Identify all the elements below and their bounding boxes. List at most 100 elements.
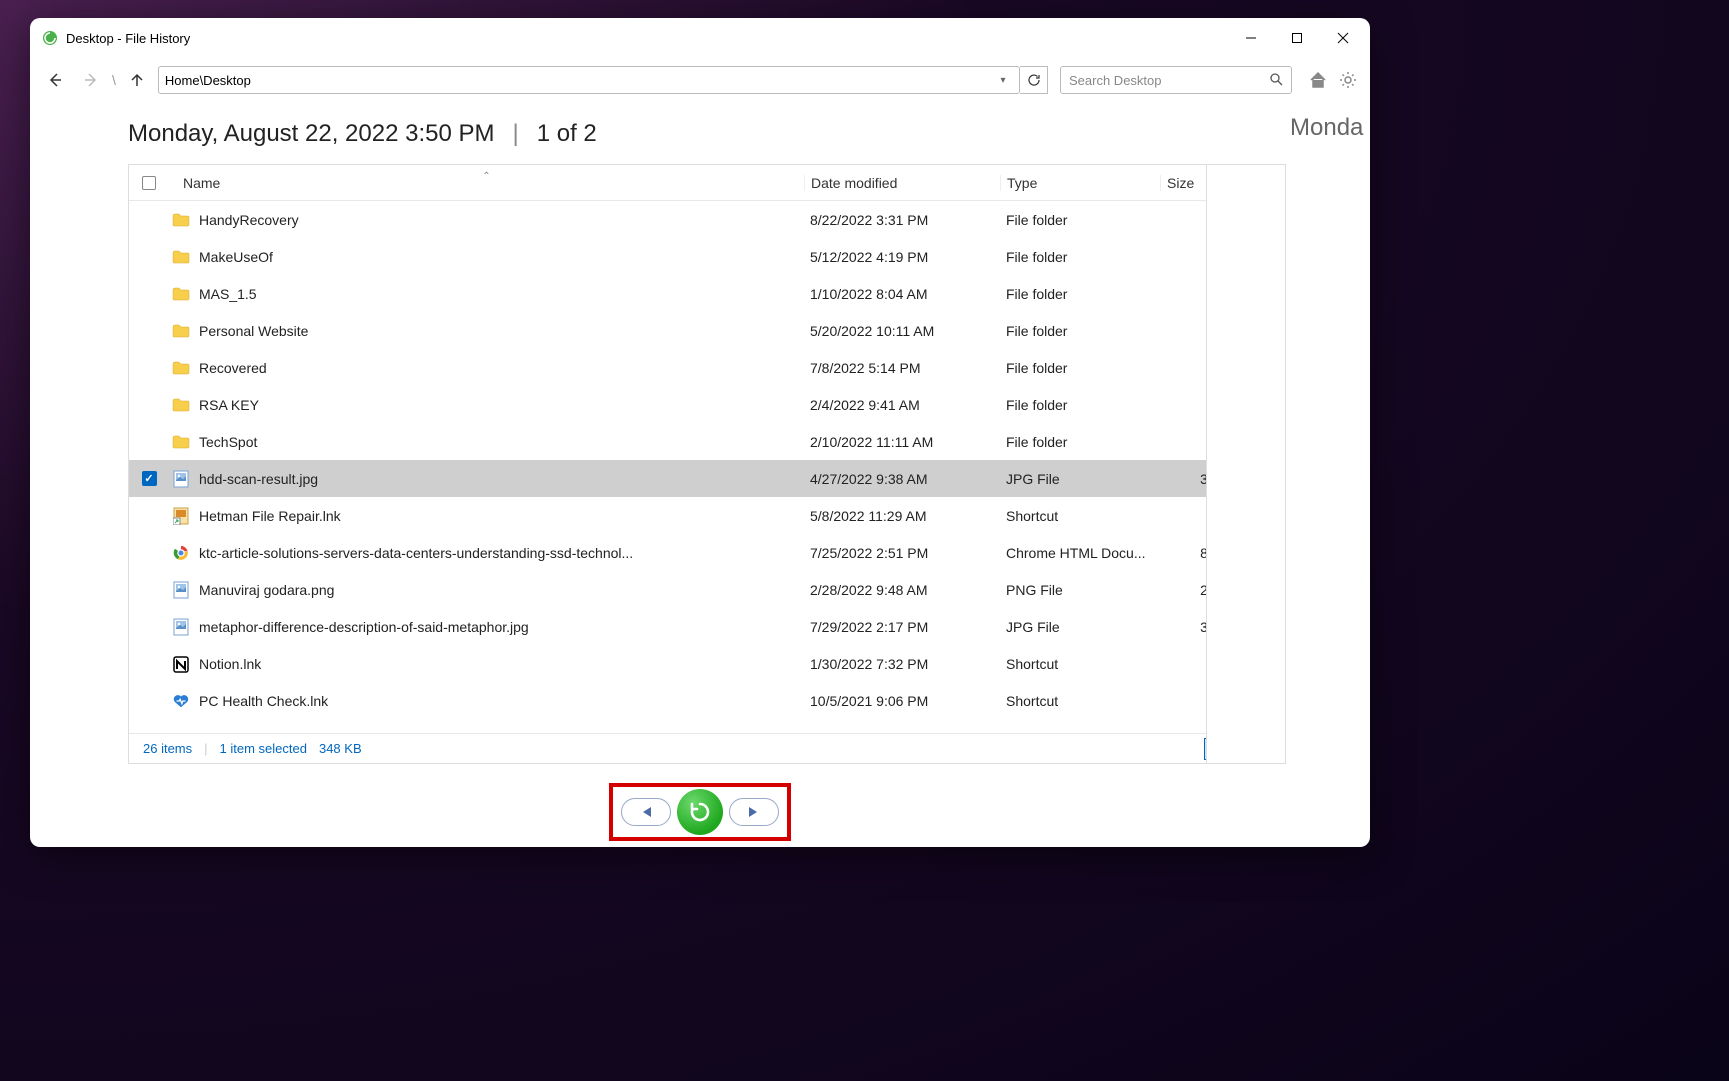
minimize-button[interactable]	[1228, 22, 1274, 54]
selection-size: 348 KB	[319, 741, 362, 756]
file-modified: 10/5/2021 9:06 PM	[804, 693, 1000, 709]
selection-count: 1 item selected	[220, 741, 307, 756]
file-table: ⌃ Name Date modified Type Size HandyReco…	[128, 164, 1271, 764]
image-icon	[169, 470, 193, 488]
back-button[interactable]	[40, 65, 70, 95]
file-name: Hetman File Repair.lnk	[193, 508, 804, 524]
file-name: Personal Website	[193, 323, 804, 339]
file-name: Recovered	[193, 360, 804, 376]
select-all-checkbox[interactable]	[142, 176, 156, 190]
table-row[interactable]: ktc-article-solutions-servers-data-cente…	[129, 534, 1270, 571]
table-row[interactable]: Manuviraj godara.png2/28/2022 9:48 AMPNG…	[129, 571, 1270, 608]
file-name: RSA KEY	[193, 397, 804, 413]
header-divider: |	[512, 120, 518, 148]
search-input[interactable]: Search Desktop	[1060, 66, 1292, 94]
file-rows: HandyRecovery8/22/2022 3:31 PM File folde…	[129, 201, 1270, 733]
file-type: File folder	[1000, 397, 1160, 413]
file-modified: 7/25/2022 2:51 PM	[804, 545, 1000, 561]
file-modified: 5/8/2022 11:29 AM	[804, 508, 1000, 524]
next-snapshot-panel[interactable]	[1206, 164, 1286, 764]
chrome-icon	[169, 544, 193, 562]
file-modified: 2/4/2022 9:41 AM	[804, 397, 1000, 413]
pchealth-icon	[169, 692, 193, 710]
file-type: File folder	[1000, 434, 1160, 450]
file-name: Manuviraj godara.png	[193, 582, 804, 598]
folder-icon	[169, 398, 193, 412]
up-button[interactable]	[122, 65, 152, 95]
window-title: Desktop - File History	[66, 31, 1228, 46]
close-button[interactable]	[1320, 22, 1366, 54]
table-row[interactable]: MakeUseOf5/12/2022 4:19 PMFile folder	[129, 238, 1270, 275]
row-checkbox[interactable]	[142, 471, 157, 486]
home-icon[interactable]	[1306, 68, 1330, 92]
file-modified: 5/12/2022 4:19 PM	[804, 249, 1000, 265]
folder-icon	[169, 324, 193, 338]
toolbar: \ Home\Desktop ▾ Search Desktop	[30, 58, 1370, 102]
snapshot-page: 1 of 2	[537, 120, 597, 148]
titlebar: Desktop - File History	[30, 18, 1370, 58]
shortcut-app-icon	[169, 507, 193, 525]
table-row[interactable]: TechSpot2/10/2022 11:11 AMFile folder	[129, 423, 1270, 460]
file-name: PC Health Check.lnk	[193, 693, 804, 709]
gear-icon[interactable]	[1336, 68, 1360, 92]
file-type: File folder	[1000, 323, 1160, 339]
maximize-button[interactable]	[1274, 22, 1320, 54]
previous-version-button[interactable]	[621, 798, 671, 826]
column-name[interactable]: ⌃ Name	[169, 175, 804, 191]
file-type: JPG File	[1000, 471, 1160, 487]
file-modified: 2/28/2022 9:48 AM	[804, 582, 1000, 598]
table-row[interactable]: Recovered7/8/2022 5:14 PMFile folder	[129, 349, 1270, 386]
file-modified: 8/22/2022 3:31 PM	[804, 212, 1000, 228]
search-icon	[1269, 72, 1283, 89]
notion-icon	[169, 655, 193, 673]
table-row[interactable]: Notion.lnk1/30/2022 7:32 PMShortcut3 KB	[129, 645, 1270, 682]
image-icon	[169, 618, 193, 636]
column-type[interactable]: Type	[1000, 175, 1160, 191]
file-modified: 7/29/2022 2:17 PM	[804, 619, 1000, 635]
sort-indicator-icon: ⌃	[482, 171, 490, 182]
file-name: ktc-article-solutions-servers-data-cente…	[193, 545, 804, 561]
restore-button[interactable]	[677, 789, 723, 835]
file-type: Shortcut	[1000, 693, 1160, 709]
next-version-button[interactable]	[729, 798, 779, 826]
search-placeholder: Search Desktop	[1069, 73, 1269, 88]
file-modified: 7/8/2022 5:14 PM	[804, 360, 1000, 376]
file-type: Shortcut	[1000, 508, 1160, 524]
table-row[interactable]: HandyRecovery8/22/2022 3:31 PMFile folde…	[129, 201, 1270, 238]
chevron-down-icon[interactable]: ▾	[993, 75, 1013, 86]
next-snapshot-peek: Monda	[1290, 114, 1370, 142]
file-type: File folder	[1000, 360, 1160, 376]
table-row[interactable]: Personal Website5/20/2022 10:11 AMFile f…	[129, 312, 1270, 349]
file-name: HandyRecovery	[193, 212, 804, 228]
refresh-button[interactable]	[1020, 66, 1048, 94]
file-name: metaphor-difference-description-of-said-…	[193, 619, 804, 635]
file-modified: 1/10/2022 8:04 AM	[804, 286, 1000, 302]
file-name: Notion.lnk	[193, 656, 804, 672]
column-date-modified[interactable]: Date modified	[804, 175, 1000, 191]
column-header-row: ⌃ Name Date modified Type Size	[129, 165, 1270, 201]
file-modified: 4/27/2022 9:38 AM	[804, 471, 1000, 487]
forward-button[interactable]	[76, 65, 106, 95]
app-icon	[42, 30, 58, 46]
snapshot-header: Monday, August 22, 2022 3:50 PM | 1 of 2…	[30, 102, 1370, 164]
table-row[interactable]: PC Health Check.lnk10/5/2021 9:06 PMShor…	[129, 682, 1270, 719]
table-row[interactable]: RSA KEY2/4/2022 9:41 AMFile folder	[129, 386, 1270, 423]
snapshot-date: Monday, August 22, 2022 3:50 PM	[128, 120, 494, 148]
file-type: Shortcut	[1000, 656, 1160, 672]
file-history-window: Desktop - File History \ Home\Desktop ▾	[30, 18, 1370, 847]
table-row[interactable]: Hetman File Repair.lnk5/8/2022 11:29 AMS…	[129, 497, 1270, 534]
table-row[interactable]: metaphor-difference-description-of-said-…	[129, 608, 1270, 645]
address-text: Home\Desktop	[165, 73, 993, 88]
file-name: TechSpot	[193, 434, 804, 450]
image-icon	[169, 581, 193, 599]
window-controls	[1228, 22, 1366, 54]
file-name: MakeUseOf	[193, 249, 804, 265]
table-row[interactable]: hdd-scan-result.jpg4/27/2022 9:38 AMJPG …	[129, 460, 1270, 497]
table-row[interactable]: MAS_1.51/10/2022 8:04 AMFile folder	[129, 275, 1270, 312]
folder-icon	[169, 361, 193, 375]
snapshot-nav-controls	[609, 783, 791, 841]
file-modified: 1/30/2022 7:32 PM	[804, 656, 1000, 672]
address-bar[interactable]: Home\Desktop ▾	[158, 66, 1020, 94]
folder-icon	[169, 287, 193, 301]
file-modified: 5/20/2022 10:11 AM	[804, 323, 1000, 339]
